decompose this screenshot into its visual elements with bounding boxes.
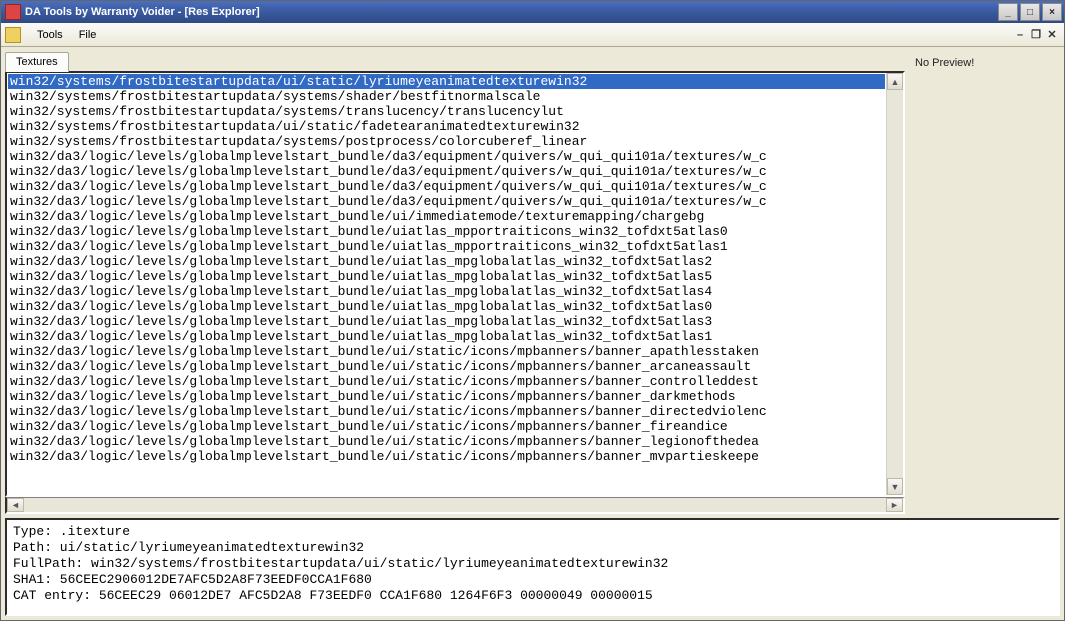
hscroll-track[interactable] [24, 498, 886, 512]
list-item[interactable]: win32/da3/logic/levels/globalmplevelstar… [8, 284, 885, 299]
titlebar[interactable]: DA Tools by Warranty Voider - [Res Explo… [1, 1, 1064, 23]
list-item[interactable]: win32/systems/frostbitestartupdata/syste… [8, 104, 885, 119]
mdi-child-icon [5, 27, 21, 43]
list-item[interactable]: win32/da3/logic/levels/globalmplevelstar… [8, 374, 885, 389]
list-item[interactable]: win32/da3/logic/levels/globalmplevelstar… [8, 269, 885, 284]
scroll-up-button[interactable]: ▲ [887, 73, 903, 90]
list-item[interactable]: win32/da3/logic/levels/globalmplevelstar… [8, 434, 885, 449]
list-item[interactable]: win32/da3/logic/levels/globalmplevelstar… [8, 449, 885, 464]
list-item[interactable]: win32/da3/logic/levels/globalmplevelstar… [8, 404, 885, 419]
list-item[interactable]: win32/systems/frostbitestartupdata/syste… [8, 134, 885, 149]
close-button[interactable]: × [1042, 3, 1062, 21]
list-item[interactable]: win32/da3/logic/levels/globalmplevelstar… [8, 419, 885, 434]
details-panel[interactable]: Type: .itexture Path: ui/static/lyriumey… [5, 518, 1060, 616]
menu-file[interactable]: File [71, 26, 105, 44]
scroll-left-button[interactable]: ◄ [7, 498, 24, 512]
texture-list-container: win32/systems/frostbitestartupdata/ui/st… [5, 71, 905, 497]
list-item[interactable]: win32/da3/logic/levels/globalmplevelstar… [8, 299, 885, 314]
maximize-button[interactable]: □ [1020, 3, 1040, 21]
list-item[interactable]: win32/da3/logic/levels/globalmplevelstar… [8, 179, 885, 194]
list-item[interactable]: win32/da3/logic/levels/globalmplevelstar… [8, 224, 885, 239]
detail-path: Path: ui/static/lyriumeyeanimatedtexture… [13, 540, 1052, 556]
list-item[interactable]: win32/da3/logic/levels/globalmplevelstar… [8, 389, 885, 404]
list-item[interactable]: win32/da3/logic/levels/globalmplevelstar… [8, 209, 885, 224]
client-area: Textures win32/systems/frostbitestartupd… [1, 47, 1064, 620]
list-item[interactable]: win32/da3/logic/levels/globalmplevelstar… [8, 164, 885, 179]
menubar: Tools File – ❐ ✕ [1, 23, 1064, 47]
mdi-minimize-button[interactable]: – [1012, 29, 1028, 41]
list-item[interactable]: win32/da3/logic/levels/globalmplevelstar… [8, 239, 885, 254]
detail-type: Type: .itexture [13, 524, 1052, 540]
detail-cat: CAT entry: 56CEEC29 06012DE7 AFC5D2A8 F7… [13, 588, 1052, 604]
tab-strip: Textures [5, 49, 905, 71]
list-item[interactable]: win32/da3/logic/levels/globalmplevelstar… [8, 149, 885, 164]
tab-textures[interactable]: Textures [5, 52, 69, 72]
no-preview-label: No Preview! [915, 57, 974, 69]
list-item[interactable]: win32/systems/frostbitestartupdata/ui/st… [8, 74, 885, 89]
list-item[interactable]: win32/systems/frostbitestartupdata/ui/st… [8, 119, 885, 134]
list-item[interactable]: win32/da3/logic/levels/globalmplevelstar… [8, 314, 885, 329]
list-item[interactable]: win32/systems/frostbitestartupdata/syste… [8, 89, 885, 104]
detail-sha1: SHA1: 56CEEC2906012DE7AFC5D2A8F73EEDF0CC… [13, 572, 1052, 588]
list-item[interactable]: win32/da3/logic/levels/globalmplevelstar… [8, 359, 885, 374]
app-window: DA Tools by Warranty Voider - [Res Explo… [0, 0, 1065, 621]
horizontal-scrollbar[interactable]: ◄ ► [5, 497, 905, 514]
vertical-scrollbar[interactable]: ▲ ▼ [886, 73, 903, 495]
preview-pane: No Preview! [911, 49, 1060, 514]
menu-tools[interactable]: Tools [29, 26, 71, 44]
mdi-close-button[interactable]: ✕ [1044, 28, 1060, 41]
list-item[interactable]: win32/da3/logic/levels/globalmplevelstar… [8, 329, 885, 344]
list-item[interactable]: win32/da3/logic/levels/globalmplevelstar… [8, 344, 885, 359]
detail-fullpath: FullPath: win32/systems/frostbitestartup… [13, 556, 1052, 572]
list-item[interactable]: win32/da3/logic/levels/globalmplevelstar… [8, 254, 885, 269]
window-title: DA Tools by Warranty Voider - [Res Explo… [25, 6, 998, 18]
scroll-track[interactable] [887, 90, 903, 478]
texture-list[interactable]: win32/systems/frostbitestartupdata/ui/st… [7, 73, 886, 495]
mdi-restore-button[interactable]: ❐ [1028, 28, 1044, 41]
scroll-down-button[interactable]: ▼ [887, 478, 903, 495]
scroll-right-button[interactable]: ► [886, 498, 903, 512]
minimize-button[interactable]: _ [998, 3, 1018, 21]
list-item[interactable]: win32/da3/logic/levels/globalmplevelstar… [8, 194, 885, 209]
app-icon [5, 4, 21, 20]
